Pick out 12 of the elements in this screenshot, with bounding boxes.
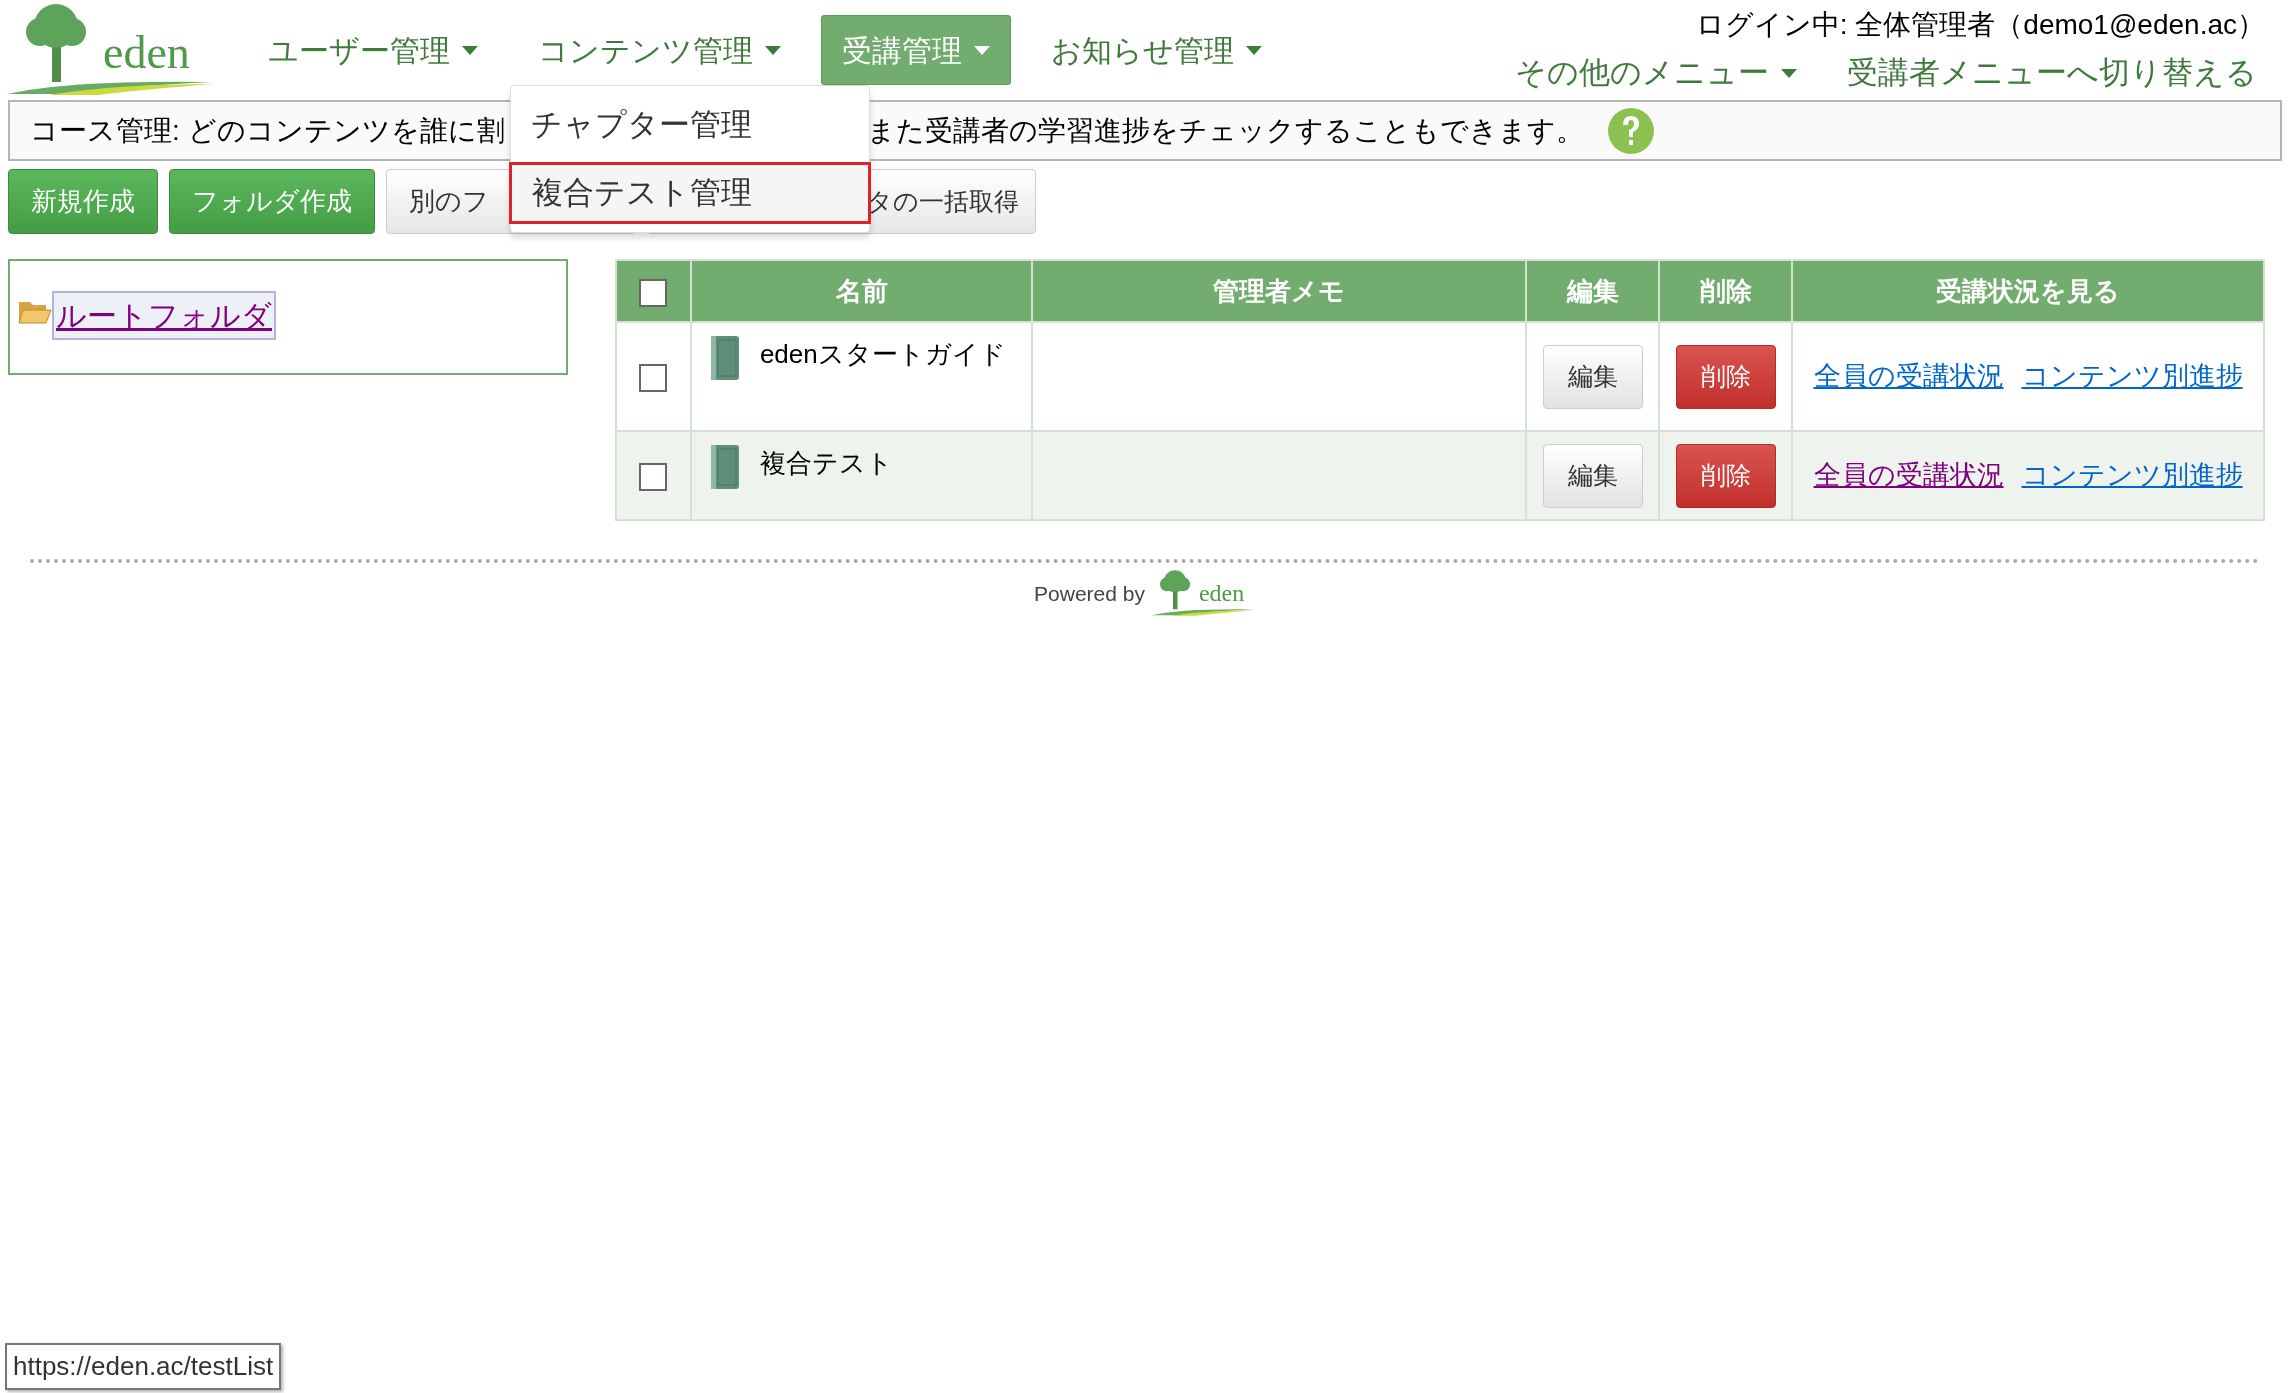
info-text: また受講者の学習進捗をチェックすることもできます。: [866, 113, 1584, 148]
column-header: 受講状況を見る: [1936, 275, 2121, 306]
content-name: 複合テスト: [759, 448, 893, 478]
info-text: コース管理: どのコンテンツを誰に割: [30, 113, 505, 148]
column-header: 削除: [1699, 275, 1752, 306]
content-name: edenスタートガイド: [759, 339, 1006, 369]
login-status: ログイン中: 全体管理者（demo1@eden.ac）: [1695, 8, 2265, 42]
column-header: 編集: [1566, 275, 1619, 306]
column-header: 管理者メモ: [1213, 275, 1346, 306]
column-header: 名前: [835, 275, 888, 306]
powered-by-logo: Powered by eden: [1034, 567, 1256, 617]
status-url: https://eden.ac/testList: [5, 1343, 282, 1390]
